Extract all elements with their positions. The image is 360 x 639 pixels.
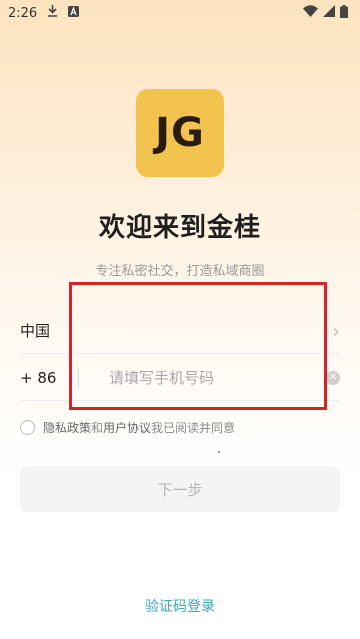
battery-icon [340, 4, 348, 22]
phone-divider [78, 368, 79, 387]
next-button[interactable]: 下一步 [20, 466, 340, 512]
page-title: 欢迎来到金桂 [98, 213, 261, 243]
logo-text: JG [155, 110, 205, 156]
notification-a-icon [68, 5, 80, 21]
status-left: 2:26 [8, 5, 80, 21]
sms-login-link[interactable]: 验证码登录 [0, 596, 360, 616]
page-subtitle: 专注私密社交，打造私域商圈 [95, 264, 265, 279]
agreement-row: 隐私政策 和 用户协议 我已阅读并同意 [20, 419, 235, 436]
agreement-suffix-text: 我已阅读并同意 [151, 421, 236, 435]
decorative-dot [218, 451, 220, 453]
clear-icon[interactable]: ✕ [326, 370, 340, 385]
user-agreement-link[interactable]: 用户协议 [103, 419, 151, 436]
phone-row: + 86 ✕ [20, 355, 340, 401]
chevron-right-icon: › [332, 318, 340, 343]
privacy-policy-link[interactable]: 隐私政策 [43, 419, 91, 436]
country-selector[interactable]: 中国 › [20, 308, 340, 354]
app-logo: JG [136, 89, 224, 177]
download-icon [47, 5, 58, 21]
signal-icon [323, 5, 335, 21]
status-right [303, 4, 348, 22]
country-code[interactable]: + 86 [20, 369, 78, 387]
agreement-and-text: 和 [91, 421, 104, 435]
country-label: 中国 [20, 322, 51, 340]
status-time: 2:26 [8, 5, 38, 21]
phone-input[interactable] [109, 368, 326, 387]
wifi-icon [303, 5, 318, 21]
agreement-checkbox[interactable] [20, 420, 35, 435]
status-bar: 2:26 [0, 0, 360, 26]
